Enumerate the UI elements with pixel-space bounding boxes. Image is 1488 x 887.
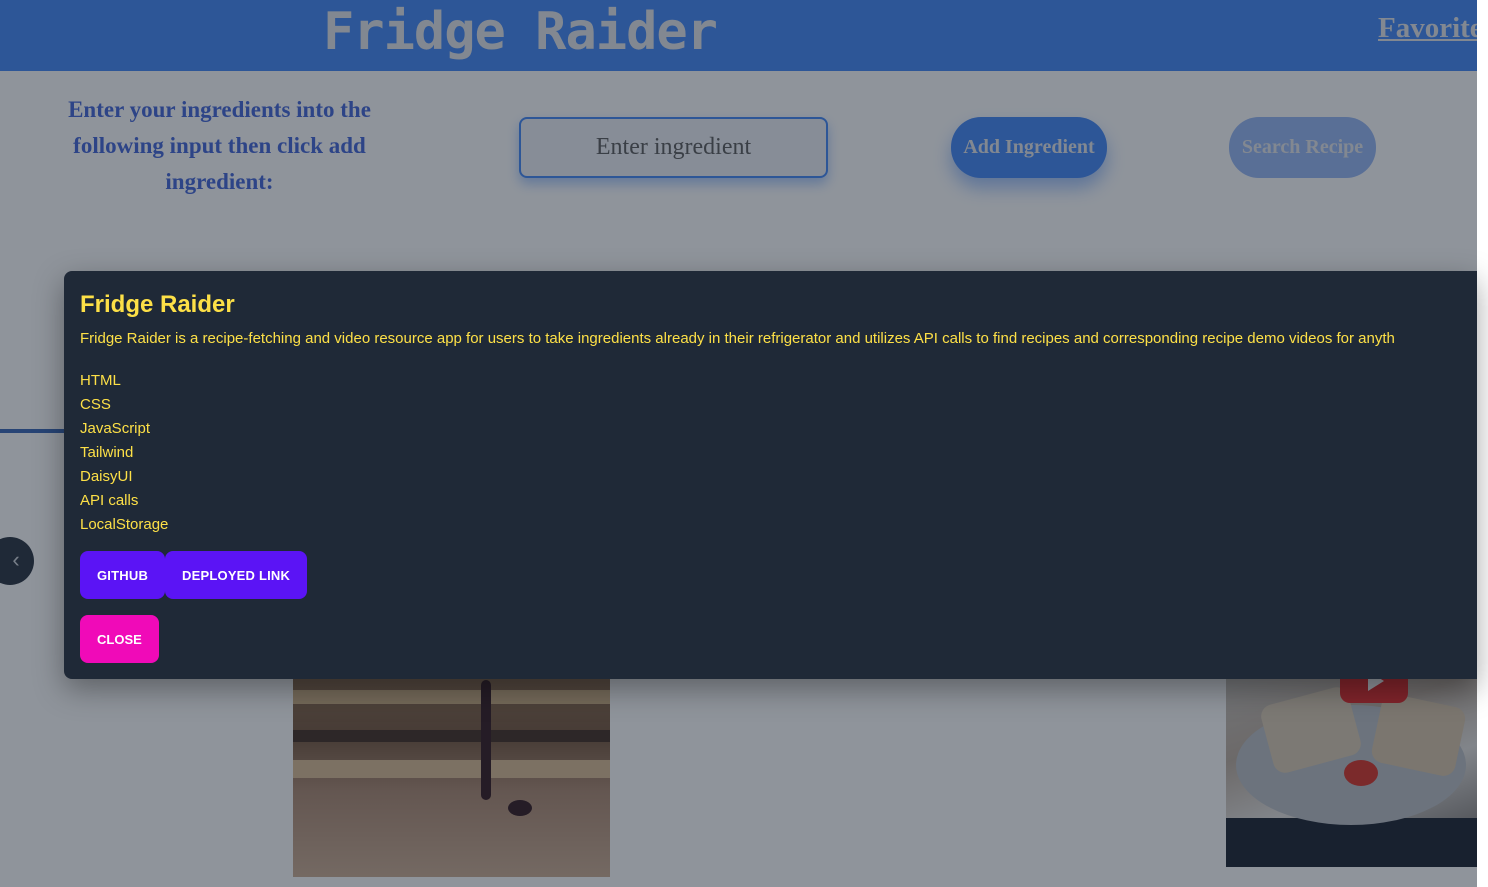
app-viewport: Fridge Raider Favorite Enter your ingred…	[0, 0, 1488, 887]
scrollbar-gutter	[1477, 0, 1488, 887]
list-item: JavaScript	[80, 420, 151, 437]
list-item: CSS	[80, 396, 111, 413]
deployed-link-button[interactable]: Deployed Link	[165, 551, 308, 599]
list-item: API calls	[80, 492, 139, 509]
list-item: HTML	[80, 372, 121, 389]
list-item: LocalStorage	[80, 516, 169, 533]
list-item: Tailwind	[80, 444, 134, 461]
project-modal: Fridge Raider Fridge Raider is a recipe-…	[64, 271, 1477, 679]
modal-description: Fridge Raider is a recipe-fetching and v…	[80, 330, 1395, 347]
list-item: DaisyUI	[80, 468, 133, 485]
github-button[interactable]: Github	[80, 551, 166, 599]
close-button[interactable]: Close	[80, 615, 159, 663]
modal-link-buttons: Github Deployed Link	[80, 551, 308, 599]
technology-list: HTML CSS JavaScript Tailwind DaisyUI API…	[80, 369, 168, 537]
modal-title: Fridge Raider	[80, 291, 235, 318]
